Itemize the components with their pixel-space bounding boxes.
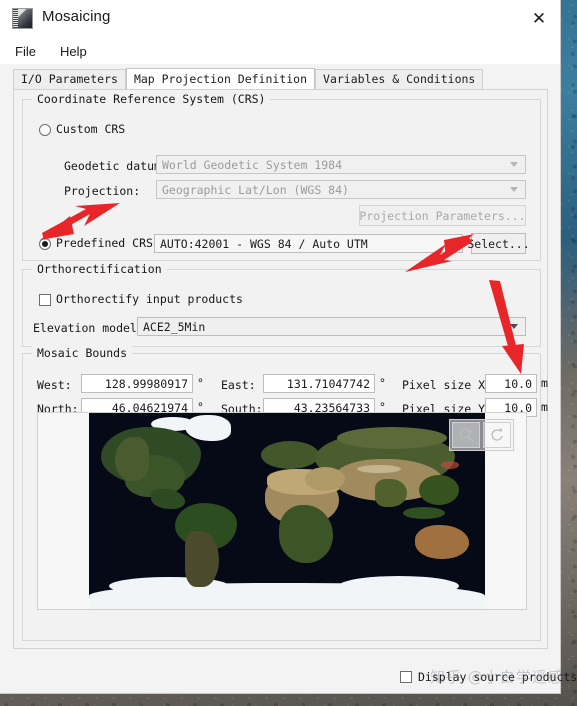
- bounds-group-title: Mosaic Bounds: [32, 346, 133, 360]
- reset-view-icon[interactable]: [483, 422, 511, 448]
- projection-label: Projection:: [64, 184, 141, 198]
- mosaic-app-icon: [12, 8, 33, 29]
- tab-io-parameters[interactable]: I/O Parameters: [13, 69, 126, 89]
- custom-crs-label: Custom CRS: [56, 122, 126, 136]
- elevation-model-value: ACE2_5Min: [143, 319, 206, 334]
- orthorectify-label: Orthorectify input products: [56, 292, 243, 306]
- predefined-crs-radio[interactable]: [39, 238, 51, 250]
- chevron-down-icon: [510, 324, 518, 329]
- geodetic-datum-value: World Geodetic System 1984: [162, 157, 343, 172]
- world-map-image[interactable]: [89, 413, 485, 609]
- mosaic-bounds-group: Mosaic Bounds West: 128.99980917 ° East:…: [22, 346, 548, 641]
- tab-strip: I/O Parameters Map Projection Definition…: [0, 68, 560, 89]
- chevron-down-icon: [510, 162, 518, 167]
- chevron-down-icon: [510, 187, 518, 192]
- menu-file[interactable]: File: [12, 43, 39, 60]
- west-label: West:: [37, 378, 72, 392]
- projection-parameters-button: Projection Parameters...: [359, 205, 526, 226]
- watermark: 知乎 @小白学遥感: [430, 668, 564, 686]
- orthorectify-checkbox[interactable]: [39, 294, 51, 306]
- tab-map-projection-definition[interactable]: Map Projection Definition: [125, 68, 316, 89]
- mosaicing-window: Mosaicing ✕ File Help I/O Parameters Map…: [0, 0, 577, 694]
- title-bar: Mosaicing ✕: [0, 0, 560, 38]
- east-input[interactable]: 131.71047742: [263, 374, 375, 393]
- world-map-panel[interactable]: [37, 412, 527, 610]
- projection-value: Geographic Lat/Lon (WGS 84): [162, 182, 349, 197]
- custom-crs-radio[interactable]: [39, 124, 51, 136]
- orthorectification-group: Orthorectification Orthorectify input pr…: [22, 262, 541, 347]
- pixel-size-x-input[interactable]: 10.0: [485, 374, 537, 393]
- ortho-group-title: Orthorectification: [32, 262, 167, 276]
- geodetic-datum-label: Geodetic datum:: [64, 159, 168, 173]
- elevation-model-combo[interactable]: ACE2_5Min: [137, 317, 526, 336]
- close-icon[interactable]: ✕: [524, 4, 554, 32]
- select-crs-button[interactable]: Select...: [467, 233, 530, 254]
- pixel-size-y-unit: m: [541, 400, 548, 414]
- display-source-products-checkbox[interactable]: [400, 671, 412, 683]
- east-unit: °: [379, 376, 386, 390]
- pixel-size-x-unit: m: [541, 376, 548, 390]
- crs-group-title: Coordinate Reference System (CRS): [32, 92, 271, 106]
- east-label: East:: [221, 378, 256, 392]
- west-unit: °: [197, 376, 204, 390]
- west-input[interactable]: 128.99980917: [81, 374, 193, 393]
- geodetic-datum-combo[interactable]: World Geodetic System 1984: [156, 155, 526, 174]
- map-toolbar: [449, 419, 514, 451]
- predefined-crs-field[interactable]: AUTO:42001 - WGS 84 / Auto UTM: [154, 234, 463, 253]
- projection-combo[interactable]: Geographic Lat/Lon (WGS 84): [156, 180, 526, 199]
- menu-help[interactable]: Help: [57, 43, 90, 60]
- zoom-in-icon[interactable]: [452, 422, 480, 448]
- predefined-crs-label: Predefined CRS: [56, 236, 153, 250]
- menu-bar: File Help: [0, 38, 560, 64]
- pixel-size-x-value: 10.0: [504, 376, 532, 391]
- map-projection-panel: Coordinate Reference System (CRS) Custom…: [13, 89, 577, 684]
- tab-variables-conditions[interactable]: Variables & Conditions: [315, 69, 484, 89]
- pixel-size-x-label: Pixel size X:: [402, 378, 493, 392]
- screen: Mosaicing ✕ File Help I/O Parameters Map…: [0, 0, 577, 706]
- crs-group: Coordinate Reference System (CRS) Custom…: [22, 92, 541, 261]
- window-title: Mosaicing: [42, 8, 111, 25]
- west-value: 128.99980917: [104, 376, 188, 391]
- east-value: 131.71047742: [286, 376, 370, 391]
- elevation-model-label: Elevation model:: [33, 321, 144, 335]
- predefined-crs-value: AUTO:42001 - WGS 84 / Auto UTM: [160, 236, 368, 251]
